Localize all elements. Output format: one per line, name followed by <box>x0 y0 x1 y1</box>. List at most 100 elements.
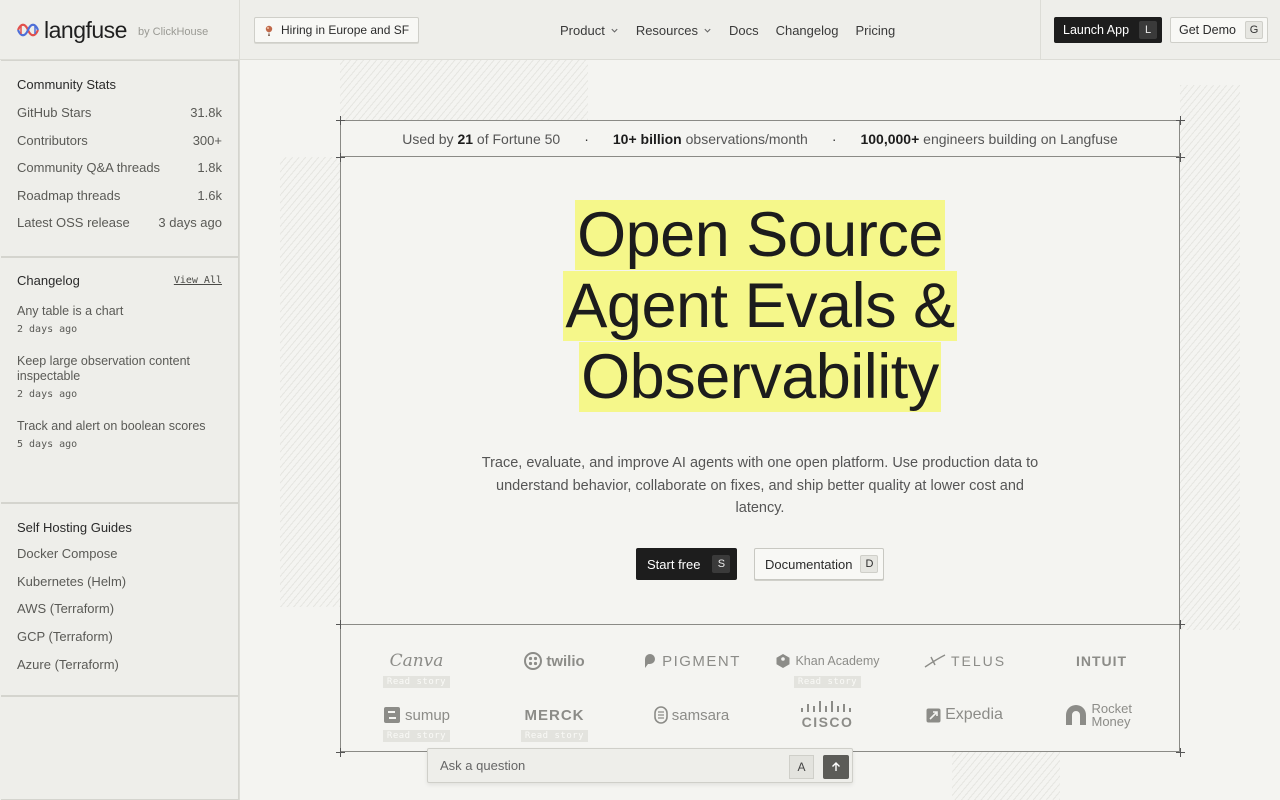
expedia-icon <box>926 708 941 722</box>
guide-aws[interactable]: AWS (Terraform) <box>17 595 222 623</box>
stat-observations: 10+ billion observations/month <box>613 131 808 147</box>
view-all-link[interactable]: View All <box>174 275 222 286</box>
launch-app-label: Launch App <box>1063 23 1130 37</box>
changelog-item-title: Keep large observation content inspectab… <box>17 354 191 383</box>
hero-subtitle: Trace, evaluate, and improve AI agents w… <box>481 455 1039 516</box>
nav-product[interactable]: Product <box>560 23 619 38</box>
nav-pricing[interactable]: Pricing <box>855 23 895 38</box>
changelog-title: Changelog <box>17 273 80 288</box>
stat-row-github-stars[interactable]: GitHub Stars 31.8k <box>17 99 222 127</box>
changelog-item[interactable]: Any table is a chart 2 days ago <box>17 304 222 335</box>
guide-kubernetes[interactable]: Kubernetes (Helm) <box>17 568 222 596</box>
changelog-item-title: Any table is a chart <box>17 304 124 318</box>
corner-mark-icon <box>1176 748 1185 757</box>
stat-row-latest-release[interactable]: Latest OSS release 3 days ago <box>17 209 222 237</box>
stat-engineers: 100,000+ engineers building on Langfuse <box>860 131 1117 147</box>
hiring-label: Hiring in Europe and SF <box>281 23 410 37</box>
guide-gcp[interactable]: GCP (Terraform) <box>17 623 222 651</box>
customer-logo-merck[interactable]: MERCK Read story <box>486 705 623 743</box>
hero-line-2: Agent Evals & <box>563 271 957 341</box>
customer-logo-canva[interactable]: Canva Read story <box>348 651 485 689</box>
stat-fortune-value: 21 <box>457 130 474 147</box>
start-free-label: Start free <box>647 556 701 572</box>
get-demo-button[interactable]: Get Demo G <box>1170 17 1268 43</box>
hatch-pattern <box>1180 85 1240 630</box>
customer-logo-telus[interactable]: TELUS <box>896 651 1033 671</box>
stat-value: 300+ <box>192 132 222 148</box>
rocket-money-icon <box>1065 705 1086 725</box>
community-stats-panel: Community Stats GitHub Stars 31.8k Contri… <box>1 60 239 257</box>
customer-logo-rocket-money[interactable]: Rocket Money <box>1033 700 1170 730</box>
stat-engineers-value: 100,000+ <box>860 130 920 147</box>
documentation-button[interactable]: Documentation D <box>754 548 885 580</box>
customer-logo-khan-academy[interactable]: Khan Academy Read story <box>759 651 896 689</box>
stat-fortune-pre: Used by <box>402 130 454 147</box>
changelog-item[interactable]: Track and alert on boolean scores 5 days… <box>17 419 222 450</box>
stat-row-roadmap-threads[interactable]: Roadmap threads 1.6k <box>17 182 222 210</box>
customer-logo-pigment[interactable]: PIGMENT <box>623 651 760 671</box>
left-sidebar: Community Stats GitHub Stars 31.8k Contri… <box>0 60 240 800</box>
nav-docs[interactable]: Docs <box>729 23 759 38</box>
logo-label: twilio <box>546 652 585 670</box>
guide-docker-compose[interactable]: Docker Compose <box>17 540 222 568</box>
ask-input[interactable]: Ask a question <box>440 758 525 773</box>
documentation-label: Documentation <box>765 556 853 572</box>
changelog-item-date: 2 days ago <box>17 324 78 335</box>
hatch-pattern <box>340 60 588 120</box>
get-demo-label: Get Demo <box>1179 23 1236 37</box>
nav-product-label: Product <box>560 22 605 38</box>
hatch-pattern <box>952 752 1060 800</box>
customer-logo-cisco[interactable]: CISCO <box>759 700 896 730</box>
hiring-badge[interactable]: Hiring in Europe and SF <box>254 17 420 43</box>
stat-label: Contributors <box>17 132 88 148</box>
logo-byline: by ClickHouse <box>137 26 209 38</box>
hero-line-3: Observability <box>579 342 941 412</box>
header-actions: Launch App L Get Demo G <box>1040 0 1280 60</box>
customer-logo-samsara[interactable]: samsara <box>623 705 760 725</box>
customer-logo-intuit[interactable]: INTUIT <box>1033 651 1170 671</box>
launch-app-button[interactable]: Launch App L <box>1054 17 1162 43</box>
logo-label: samsara <box>671 706 730 724</box>
khan-academy-icon <box>776 654 790 668</box>
stat-value: 1.8k <box>197 160 222 176</box>
get-demo-shortcut: G <box>1244 21 1263 39</box>
hatch-pattern <box>280 157 340 607</box>
stat-fortune-post: of Fortune 50 <box>476 130 561 147</box>
nav-changelog[interactable]: Changelog <box>776 23 839 38</box>
ask-question-bar[interactable]: Ask a question A <box>427 748 853 783</box>
documentation-shortcut: D <box>860 555 879 573</box>
logo-link[interactable]: langfuse by ClickHouse <box>0 0 240 60</box>
pigment-icon <box>645 654 656 668</box>
stat-label: GitHub Stars <box>17 105 92 121</box>
arrow-up-icon <box>832 762 840 771</box>
read-story-badge[interactable]: Read story <box>382 730 451 742</box>
nav-changelog-label: Changelog <box>775 22 839 38</box>
guide-azure[interactable]: Azure (Terraform) <box>17 650 222 678</box>
read-story-badge[interactable]: Read story <box>382 676 451 688</box>
nav-resources[interactable]: Resources <box>636 23 712 38</box>
samsara-icon <box>653 706 668 724</box>
sumup-icon <box>383 707 400 723</box>
logo-label: MERCK <box>524 706 585 724</box>
changelog-item[interactable]: Keep large observation content inspectab… <box>17 354 222 400</box>
logo-label: PIGMENT <box>662 652 741 670</box>
sidebar-empty-panel <box>1 696 239 800</box>
read-story-badge[interactable]: Read story <box>520 730 589 742</box>
start-free-button[interactable]: Start free S <box>636 548 738 580</box>
changelog-item-title: Track and alert on boolean scores <box>17 419 206 433</box>
main-nav: Product Resources Docs Changelog Pricing <box>560 0 912 60</box>
launch-app-shortcut: L <box>1139 21 1158 39</box>
logo-label: sumup <box>404 706 451 724</box>
customer-logo-sumup[interactable]: sumup Read story <box>348 705 485 743</box>
read-story-badge[interactable]: Read story <box>793 676 862 688</box>
cisco-bars-icon <box>800 701 851 712</box>
logo-label: Rocket Money <box>1091 701 1132 729</box>
send-button[interactable] <box>823 755 849 779</box>
nav-docs-label: Docs <box>728 22 759 38</box>
hero-line-1: Open Source <box>575 200 945 270</box>
logo-label: TELUS <box>950 653 1007 669</box>
stat-row-qa-threads[interactable]: Community Q&A threads 1.8k <box>17 154 222 182</box>
customer-logo-expedia[interactable]: Expedia <box>896 705 1033 725</box>
stat-row-contributors[interactable]: Contributors 300+ <box>17 127 222 155</box>
customer-logo-twilio[interactable]: twilio <box>486 651 623 671</box>
